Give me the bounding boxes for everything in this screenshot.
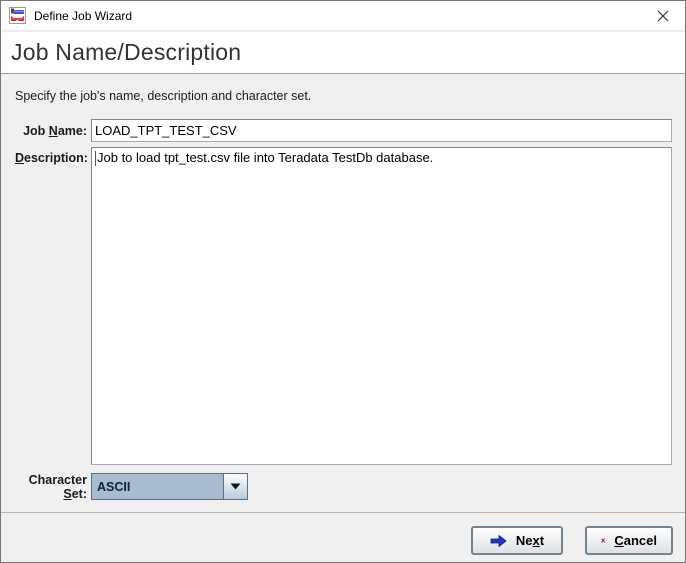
description-text: Job to load tpt_test.csv file into Terad…	[97, 150, 433, 165]
description-textarea[interactable]: Job to load tpt_test.csv file into Terad…	[91, 147, 672, 465]
instruction-text: Specify the job's name, description and …	[15, 89, 311, 103]
character-set-label: Character Set:	[15, 473, 91, 501]
title-bar: Define Job Wizard	[1, 1, 685, 31]
job-name-label: Job Name:	[15, 124, 91, 138]
description-row: Description: Job to load tpt_test.csv fi…	[15, 147, 672, 465]
job-name-row: Job Name:	[15, 119, 672, 142]
close-icon	[657, 10, 669, 22]
character-set-value: ASCII	[92, 474, 223, 499]
text-caret	[95, 151, 96, 166]
close-button[interactable]	[640, 1, 685, 31]
window-title: Define Job Wizard	[34, 9, 132, 23]
next-button-label: Next	[516, 533, 544, 548]
wizard-content: Specify the job's name, description and …	[1, 75, 685, 512]
page-title: Job Name/Description	[11, 39, 241, 66]
next-button[interactable]: Next	[471, 526, 563, 555]
character-set-dropdown[interactable]: ASCII	[91, 473, 248, 500]
arrow-right-icon	[490, 535, 507, 547]
red-x-icon	[601, 534, 605, 547]
tpt-wizard-app-icon	[9, 7, 26, 24]
dropdown-arrow-button[interactable]	[223, 474, 247, 499]
job-name-input[interactable]	[91, 119, 672, 142]
chevron-down-icon	[230, 483, 241, 490]
wizard-step-header: Job Name/Description	[1, 32, 685, 74]
cancel-button-label: Cancel	[614, 533, 657, 548]
wizard-button-bar: Next Cancel	[1, 512, 685, 562]
cancel-button[interactable]: Cancel	[585, 526, 673, 555]
character-set-row: Character Set: ASCII	[15, 473, 248, 500]
description-label: Description:	[15, 147, 91, 165]
define-job-wizard-dialog: Define Job Wizard Job Name/Description S…	[0, 0, 686, 563]
